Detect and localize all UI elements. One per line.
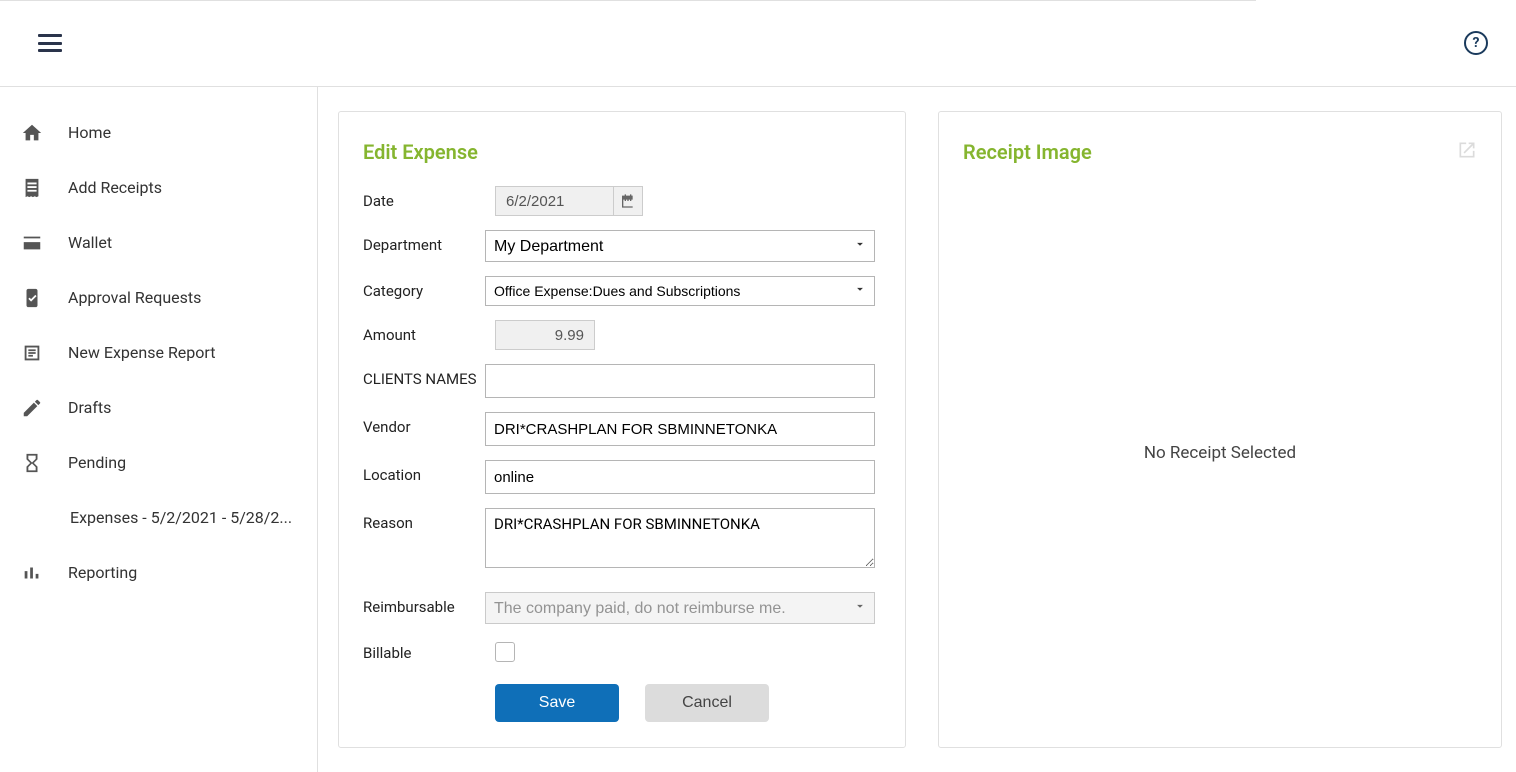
sidebar-item-expense-date-range[interactable]: Expenses - 5/2/2021 - 5/28/2... xyxy=(0,490,317,545)
label-billable: Billable xyxy=(363,638,495,662)
sidebar-item-label: Home xyxy=(68,123,111,142)
topbar: ? xyxy=(0,0,1516,87)
sidebar-item-approval-requests[interactable]: Approval Requests xyxy=(0,270,317,325)
sidebar-item-label: Expenses - 5/2/2021 - 5/28/2... xyxy=(70,508,292,527)
sidebar-item-reporting[interactable]: Reporting xyxy=(0,545,317,600)
label-location: Location xyxy=(363,460,485,484)
label-category: Category xyxy=(363,276,485,300)
approval-icon xyxy=(20,286,44,310)
label-clients: CLIENTS NAMES xyxy=(363,364,485,388)
sidebar-item-wallet[interactable]: Wallet xyxy=(0,215,317,270)
receipt-image-card: Receipt Image No Receipt Selected xyxy=(938,111,1502,748)
sidebar-item-new-expense-report[interactable]: New Expense Report xyxy=(0,325,317,380)
vendor-input[interactable] xyxy=(485,412,875,446)
label-amount: Amount xyxy=(363,320,495,344)
sidebar-item-label: New Expense Report xyxy=(68,343,215,362)
label-reimbursable: Reimbursable xyxy=(363,592,485,616)
calendar-icon[interactable] xyxy=(613,186,643,216)
label-department: Department xyxy=(363,230,485,254)
sidebar-item-label: Add Receipts xyxy=(68,178,162,197)
location-input[interactable] xyxy=(485,460,875,494)
label-vendor: Vendor xyxy=(363,412,485,436)
external-link-icon[interactable] xyxy=(1457,140,1477,164)
receipt-icon xyxy=(20,176,44,200)
sidebar: Home Add Receipts Wallet Approval Reques… xyxy=(0,87,318,772)
receipt-image-title: Receipt Image xyxy=(963,140,1477,164)
sidebar-item-label: Wallet xyxy=(68,233,112,252)
reimbursable-select[interactable]: The company paid, do not reimburse me. xyxy=(485,592,875,624)
amount-input[interactable] xyxy=(495,320,595,350)
date-input[interactable] xyxy=(495,186,613,216)
sidebar-item-pending[interactable]: Pending xyxy=(0,435,317,490)
bar-chart-icon xyxy=(20,561,44,585)
wallet-icon xyxy=(20,231,44,255)
edit-icon xyxy=(20,396,44,420)
sidebar-item-home[interactable]: Home xyxy=(0,105,317,160)
category-select[interactable]: Office Expense:Dues and Subscriptions xyxy=(485,276,875,306)
hourglass-icon xyxy=(20,451,44,475)
sidebar-item-label: Reporting xyxy=(68,563,137,582)
report-icon xyxy=(20,341,44,365)
home-icon xyxy=(20,121,44,145)
clients-input[interactable] xyxy=(485,364,875,398)
help-icon[interactable]: ? xyxy=(1464,31,1488,55)
hamburger-menu-icon[interactable] xyxy=(38,34,62,52)
sidebar-item-label: Pending xyxy=(68,453,126,472)
department-select[interactable]: My Department xyxy=(485,230,875,262)
reason-textarea[interactable] xyxy=(485,508,875,568)
edit-expense-card: Edit Expense Date Department xyxy=(338,111,906,748)
main-content: Edit Expense Date Department xyxy=(318,87,1516,772)
sidebar-item-add-receipts[interactable]: Add Receipts xyxy=(0,160,317,215)
sidebar-item-label: Drafts xyxy=(68,398,111,417)
cancel-button[interactable]: Cancel xyxy=(645,684,769,722)
label-reason: Reason xyxy=(363,508,485,532)
edit-expense-title: Edit Expense xyxy=(363,140,875,164)
receipt-placeholder: No Receipt Selected xyxy=(963,186,1477,719)
billable-checkbox[interactable] xyxy=(495,642,515,662)
label-date: Date xyxy=(363,186,495,210)
save-button[interactable]: Save xyxy=(495,684,619,722)
sidebar-item-label: Approval Requests xyxy=(68,288,201,307)
sidebar-item-drafts[interactable]: Drafts xyxy=(0,380,317,435)
